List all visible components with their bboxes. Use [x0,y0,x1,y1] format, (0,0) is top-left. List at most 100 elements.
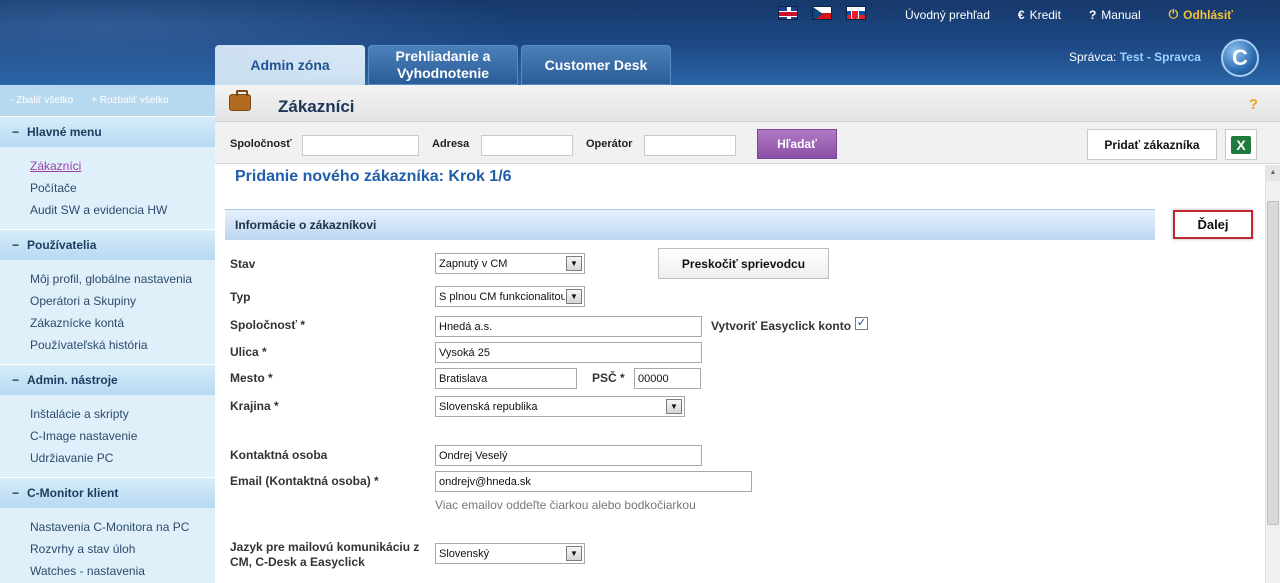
contact-person-input[interactable] [435,445,702,466]
group-title: Hlavné menu [27,125,102,139]
form-content: Pridanie nového zákazníka: Krok 1/6 Info… [215,165,1265,583]
filter-company-input[interactable] [302,135,419,156]
logout-link-label: Odhlásiť [1183,7,1233,22]
sidebar-item-operators[interactable]: Operátori a Skupiny [30,290,215,312]
section-title: Informácie o zákazníkovi [235,218,377,232]
email-input[interactable] [435,471,752,492]
page-header: Zákazníci ? [215,85,1280,122]
top-header: Úvodný prehľad € Kredit ? Manual ⏻ Odhlá… [0,0,1280,85]
chevron-down-icon: ▼ [566,289,582,304]
group-title: Používatelia [27,238,97,252]
add-customer-button[interactable]: Pridať zákazníka [1087,129,1217,160]
tab-label: Admin zóna [250,56,330,73]
overview-link-label: Úvodný prehľad [905,7,990,22]
sidebar-item-cimage[interactable]: C-Image nastavenie [30,425,215,447]
create-easyclick-label: Vytvoriť Easyclick konto [711,319,852,333]
search-button[interactable]: Hľadať [757,129,837,159]
question-icon: ? [1088,7,1097,22]
overview-link[interactable]: Úvodný prehľad [905,8,990,22]
collapse-all-link[interactable]: - Zbaliť všetko [10,95,73,106]
country-label: Krajina * [230,399,279,413]
skip-wizard-button[interactable]: Preskočiť sprievodcu [658,248,829,279]
scroll-thumb[interactable] [1267,201,1279,525]
sidebar-item-customer-accounts[interactable]: Zákaznícke kontá [30,312,215,334]
en-flag-icon[interactable] [778,6,798,20]
logout-link[interactable]: ⏻ Odhlásiť [1169,7,1233,22]
status-select[interactable]: Zapnutý v CM ▼ [435,253,585,274]
sidebar-item-customers[interactable]: Zákazníci [30,155,215,177]
street-label: Ulica * [230,345,267,359]
credit-link[interactable]: € Kredit [1018,8,1061,22]
sidebar-item-cmonitor-settings[interactable]: Nastavenia C-Monitora na PC [30,516,215,538]
sk-flag-icon[interactable] [846,6,866,20]
manual-link[interactable]: ? Manual [1089,8,1141,22]
tab-customer-desk[interactable]: Customer Desk [521,45,671,85]
tab-admin-zone[interactable]: Admin zóna [215,45,365,85]
collapse-dash-icon: − [12,125,20,139]
vertical-scrollbar[interactable]: ▲ [1265,165,1280,583]
country-select[interactable]: Slovenská republika ▼ [435,396,685,417]
sidebar-group-items: Môj profil, globálne nastavenia Operátor… [0,260,215,364]
city-input[interactable] [435,368,577,389]
email-label: Email (Kontaktná osoba) * [230,474,379,488]
sidebar-item-schedules[interactable]: Rozvrhy a stav úloh [30,538,215,560]
sidebar-item-profile[interactable]: Môj profil, globálne nastavenia [30,268,215,290]
step-title: Pridanie nového zákazníka: Krok 1/6 [235,168,512,185]
collapse-dash-icon: − [12,486,20,500]
company-label: Spoločnosť * [230,318,306,332]
zip-label: PSČ * [592,371,625,385]
street-input[interactable] [435,342,702,363]
admin-info: Správca: Test - Spravca [1069,50,1201,64]
excel-export-button[interactable]: X [1225,129,1257,160]
sidebar-item-watches[interactable]: Watches - nastavenia [30,560,215,582]
company-input[interactable] [435,316,702,337]
filter-operator-label: Operátor [586,138,633,150]
status-select-value: Zapnutý v CM [439,257,508,270]
sidebar-item-installations[interactable]: Inštalácie a skripty [30,403,215,425]
tab-label: Customer Desk [544,56,648,73]
main-panel: Zákazníci ? Spoločnosť Adresa Operátor H… [215,85,1280,583]
chevron-down-icon: ▼ [566,546,582,561]
zip-input[interactable] [634,368,701,389]
type-select[interactable]: S plnou CM funkcionalitou ▼ [435,286,585,307]
sidebar-group-main-menu[interactable]: − Hlavné menu [0,116,215,147]
type-label: Typ [230,290,251,304]
brand-logo: C [1221,39,1259,77]
sidebar-group-users[interactable]: − Používatelia [0,229,215,260]
city-label: Mesto * [230,371,273,385]
main-tabs: Admin zóna Prehliadanie a Vyhodnotenie C… [215,45,674,85]
group-title: Admin. nástroje [27,373,118,387]
sidebar: - Zbaliť všetko + Rozbaliť všetko − Hlav… [0,85,215,583]
help-icon[interactable]: ? [1249,96,1258,113]
language-flags [778,6,866,20]
country-select-value: Slovenská republika [439,400,538,413]
sidebar-item-computers[interactable]: Počítače [30,177,215,199]
create-easyclick-checkbox[interactable]: ✓ [855,317,868,330]
next-button[interactable]: Ďalej [1173,210,1253,239]
language-label-line: Jazyk pre mailovú komunikáciu z [230,540,420,554]
sidebar-item-audit[interactable]: Audit SW a evidencia HW [30,199,215,221]
section-header: Informácie o zákazníkovi [225,209,1155,240]
language-select[interactable]: Slovenský ▼ [435,543,585,564]
language-label-line: CM, C-Desk a Easyclick [230,555,365,569]
filter-address-label: Adresa [432,138,470,150]
language-label: Jazyk pre mailovú komunikáciu z CM, C-De… [230,540,419,570]
sidebar-group-items: Nastavenia C-Monitora na PC Rozvrhy a st… [0,508,215,583]
filter-address-input[interactable] [481,135,573,156]
briefcase-icon [229,90,251,111]
filter-company-label: Spoločnosť [230,138,292,150]
sidebar-item-user-history[interactable]: Používateľská história [30,334,215,356]
collapse-dash-icon: − [12,238,20,252]
sidebar-group-cmonitor[interactable]: − C-Monitor klient [0,477,215,508]
type-select-value: S plnou CM funkcionalitou [439,290,565,303]
status-label: Stav [230,257,256,271]
admin-name[interactable]: Test - Spravca [1120,50,1201,64]
sidebar-item-maintenance[interactable]: Udržiavanie PC [30,447,215,469]
cz-flag-icon[interactable] [812,6,832,20]
expand-all-link[interactable]: + Rozbaliť všetko [91,95,168,106]
top-navigation: Úvodný prehľad € Kredit ? Manual ⏻ Odhlá… [905,7,1233,22]
filter-operator-input[interactable] [644,135,736,156]
sidebar-group-admin-tools[interactable]: − Admin. nástroje [0,364,215,395]
tab-browsing-evaluation[interactable]: Prehliadanie a Vyhodnotenie [368,45,518,85]
scroll-up-arrow[interactable]: ▲ [1266,165,1280,181]
